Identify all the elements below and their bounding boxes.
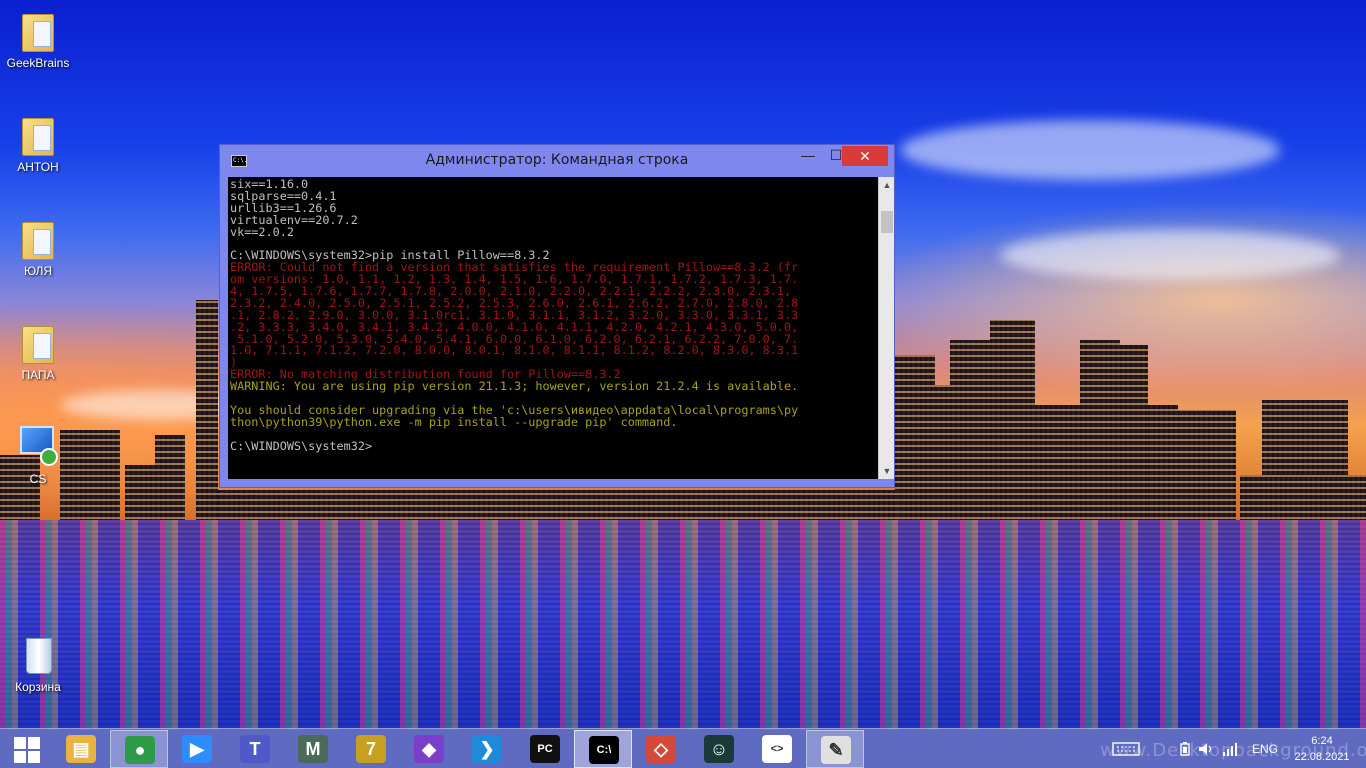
m-icon: M: [298, 735, 328, 763]
taskbar-app-git[interactable]: ◇: [632, 730, 690, 768]
window-title: Администратор: Командная строка: [425, 152, 689, 168]
code-editor-icon: <>: [762, 735, 792, 763]
wallpaper-water-reflection: [0, 520, 1366, 730]
watermark: www.Desktopbackground.org: [1100, 740, 1366, 761]
taskbar-app-visual-studio[interactable]: ◆: [400, 730, 458, 768]
desktop-icon-label: CS: [29, 472, 47, 486]
console-line: 1.0, 7.1.1, 7.1.2, 7.2.0, 8.0.0, 8.0.1, …: [230, 343, 799, 358]
taskbar-app-cmd[interactable]: C:\: [574, 730, 632, 768]
teams-icon: T: [240, 735, 270, 763]
command-prompt-window[interactable]: C:\. Администратор: Командная строка — ☐…: [219, 144, 895, 488]
git-icon: ◇: [646, 735, 676, 763]
network-computer-icon: [18, 424, 58, 468]
folder-icon: [18, 320, 58, 364]
desktop-icon-label: ЮЛЯ: [23, 264, 53, 278]
taskbar-app-vscode[interactable]: ❯: [458, 730, 516, 768]
desktop-icon-papa[interactable]: ПАПА: [0, 320, 76, 382]
scroll-up-arrow-icon[interactable]: ▲: [879, 177, 895, 193]
vertical-scrollbar[interactable]: ▲ ▼: [878, 177, 894, 479]
start-button[interactable]: [6, 733, 46, 765]
desktop-icon-yulya[interactable]: ЮЛЯ: [0, 216, 76, 278]
desktop-icon-recycle-bin[interactable]: Корзина: [0, 632, 76, 694]
wallpaper-cloud: [900, 120, 1280, 180]
taskbar-app-teams[interactable]: T: [226, 730, 284, 768]
wallpaper-cloud: [1000, 230, 1340, 280]
scroll-down-arrow-icon[interactable]: ▼: [879, 463, 895, 479]
zoom-icon: ▶: [182, 735, 212, 763]
desktop-icon-label: Корзина: [15, 680, 61, 694]
taskbar-app-gitkraken[interactable]: ☺: [690, 730, 748, 768]
desktop-icon-geekbrains[interactable]: GeekBrains: [0, 8, 76, 70]
taskbar-app-chrome[interactable]: ●: [110, 730, 168, 768]
vscode-icon: ❯: [472, 735, 502, 763]
desktop-icon-anton[interactable]: АНТОН: [0, 112, 76, 174]
chrome-icon: ●: [125, 736, 155, 764]
recycle-bin-icon: [18, 632, 58, 676]
console-line: thon\python39\python.exe -m pip install …: [230, 414, 678, 429]
minimize-button[interactable]: —: [794, 146, 822, 166]
scroll-thumb[interactable]: [881, 211, 893, 233]
window-titlebar[interactable]: C:\. Администратор: Командная строка — ☐…: [220, 145, 894, 177]
folder-icon: [18, 216, 58, 260]
command-prompt-icon: C:\: [589, 736, 619, 764]
folder-icon: [18, 112, 58, 156]
taskbar-app-mendeley[interactable]: M: [284, 730, 342, 768]
taskbar-app-code-editor[interactable]: <>: [748, 730, 806, 768]
console-line: C:\WINDOWS\system32>: [230, 438, 373, 453]
visual-studio-icon: ◆: [414, 735, 444, 763]
console-line: virtualenv==20.7.2: [230, 212, 358, 227]
console-line: WARNING: You are using pip version 21.1.…: [230, 379, 799, 394]
windows-logo-icon: [14, 737, 26, 749]
close-button[interactable]: ✕: [842, 146, 888, 166]
desktop-icon-cs[interactable]: CS: [0, 424, 76, 486]
console-line: vk==2.0.2: [230, 224, 294, 239]
paint-icon: ✎: [821, 736, 851, 764]
folder-icon: ▤: [66, 735, 96, 763]
taskbar-app-pycharm[interactable]: PC: [516, 730, 574, 768]
folder-icon: [18, 8, 58, 52]
seven-icon: 7: [356, 735, 386, 763]
console-output[interactable]: six==1.16.0 sqlparse==0.4.1 urllib3==1.26.…: [228, 177, 878, 479]
taskbar-app-file-explorer[interactable]: ▤: [52, 730, 110, 768]
desktop-icon-label: ПАПА: [21, 368, 55, 382]
desktop-icon-label: GeekBrains: [6, 56, 70, 70]
gitkraken-icon: ☺: [704, 735, 734, 763]
taskbar-app-zoom[interactable]: ▶: [168, 730, 226, 768]
pycharm-icon: PC: [530, 735, 560, 763]
taskbar-app-paint[interactable]: ✎: [806, 730, 864, 768]
taskbar-app-7zip[interactable]: 7: [342, 730, 400, 768]
desktop-icon-label: АНТОН: [17, 160, 59, 174]
